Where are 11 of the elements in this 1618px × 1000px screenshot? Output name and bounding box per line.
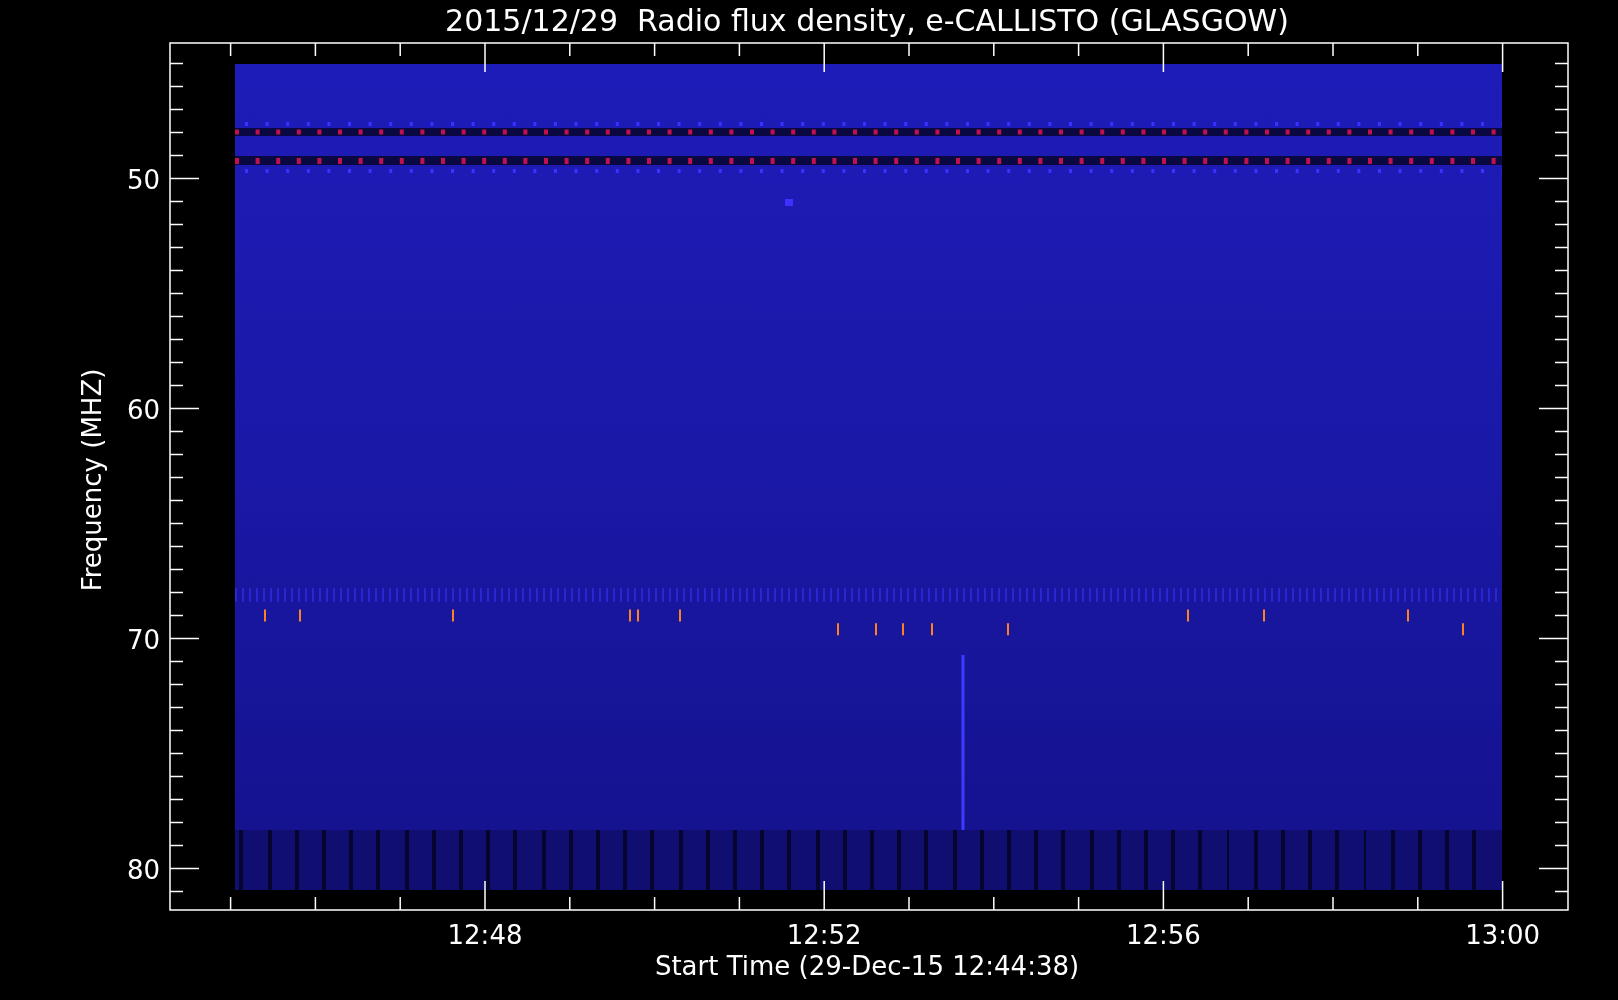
axis-label: Start Time (29-Dec-15 12:44:38): [654, 951, 1080, 981]
tick-label: 12:52: [786, 920, 862, 950]
axis-label: Frequency (MHZ): [77, 368, 107, 592]
tick-label: 60: [126, 394, 160, 425]
tick-label: 12:48: [447, 920, 523, 950]
tick-label: 80: [126, 854, 160, 885]
tick-label: 13:00: [1465, 920, 1541, 950]
chart-title: 2015/12/29 Radio flux density, e-CALLISTO (GLASGOW): [445, 3, 1289, 38]
tick-label: 50: [126, 164, 160, 195]
tick-label: 12:56: [1125, 920, 1201, 950]
tick-label: 70: [126, 624, 160, 655]
